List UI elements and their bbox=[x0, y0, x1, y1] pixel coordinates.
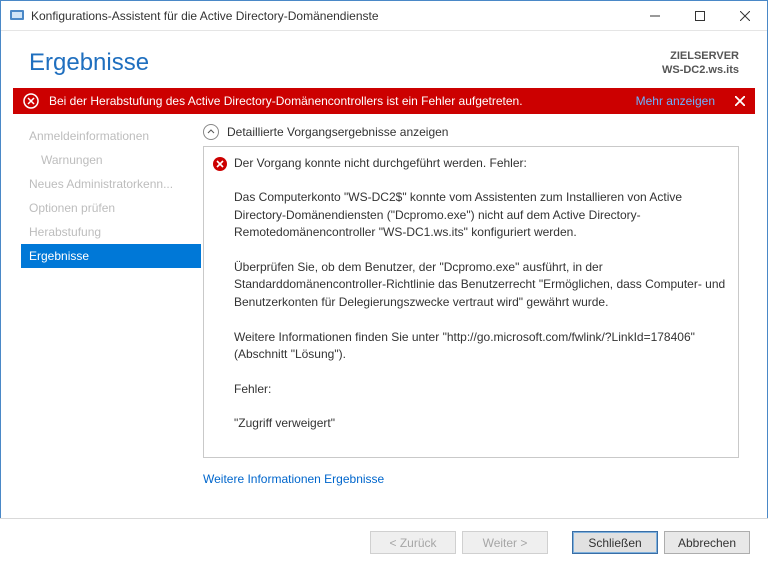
sidebar-step-demotion: Herabstufung bbox=[1, 220, 201, 244]
error-banner-text: Bei der Herabstufung des Active Director… bbox=[49, 94, 636, 108]
detail-heading: Der Vorgang konnte nicht durchgeführt we… bbox=[234, 156, 527, 170]
close-button[interactable]: Schließen bbox=[572, 531, 658, 554]
sidebar-step-new-admin-password: Neues Administratorkenn... bbox=[1, 172, 201, 196]
minimize-button[interactable] bbox=[632, 1, 677, 30]
wizard-steps-sidebar: Anmeldeinformationen Warnungen Neues Adm… bbox=[1, 118, 201, 486]
details-toggle-label: Detaillierte Vorgangsergebnisse anzeigen bbox=[227, 125, 448, 139]
error-banner: Bei der Herabstufung des Active Director… bbox=[13, 88, 755, 114]
error-icon bbox=[23, 93, 39, 109]
sidebar-step-review-options: Optionen prüfen bbox=[1, 196, 201, 220]
target-server-name: WS-DC2.ws.its bbox=[662, 63, 739, 77]
error-banner-close-button[interactable] bbox=[731, 92, 749, 110]
target-server-label: ZIELSERVER bbox=[662, 49, 739, 63]
app-icon bbox=[9, 8, 25, 24]
target-server-info: ZIELSERVER WS-DC2.ws.its bbox=[662, 49, 739, 78]
detail-body: Das Computerkonto "WS-DC2$" konnte vom A… bbox=[234, 190, 729, 430]
maximize-button[interactable] bbox=[677, 1, 722, 30]
back-button: < Zurück bbox=[370, 531, 456, 554]
cancel-button[interactable]: Abbrechen bbox=[664, 531, 750, 554]
chevron-down-icon bbox=[203, 124, 219, 140]
details-box[interactable]: Der Vorgang konnte nicht durchgeführt we… bbox=[203, 146, 739, 458]
wizard-footer: < Zurück Weiter > Schließen Abbrechen bbox=[0, 518, 768, 566]
sidebar-step-credentials: Anmeldeinformationen bbox=[1, 124, 201, 148]
more-info-results-link[interactable]: Weitere Informationen Ergebnisse bbox=[203, 472, 739, 486]
window-title: Konfigurations-Assistent für die Active … bbox=[31, 9, 632, 23]
sidebar-step-results[interactable]: Ergebnisse bbox=[21, 244, 201, 268]
detail-text-body: Der Vorgang konnte nicht durchgeführt we… bbox=[234, 155, 728, 433]
page-title: Ergebnisse bbox=[29, 49, 149, 77]
titlebar: Konfigurations-Assistent für die Active … bbox=[1, 1, 767, 31]
details-toggle[interactable]: Detaillierte Vorgangsergebnisse anzeigen bbox=[203, 124, 739, 140]
page-header: Ergebnisse ZIELSERVER WS-DC2.ws.its bbox=[1, 31, 767, 88]
main-panel: Detaillierte Vorgangsergebnisse anzeigen… bbox=[201, 118, 755, 486]
error-icon bbox=[212, 156, 228, 172]
error-more-link[interactable]: Mehr anzeigen bbox=[636, 94, 715, 108]
window-controls bbox=[632, 1, 767, 30]
sidebar-step-warnings: Warnungen bbox=[1, 148, 201, 172]
content-body: Anmeldeinformationen Warnungen Neues Adm… bbox=[1, 114, 767, 486]
next-button: Weiter > bbox=[462, 531, 548, 554]
detail-entry: Der Vorgang konnte nicht durchgeführt we… bbox=[212, 155, 728, 433]
close-window-button[interactable] bbox=[722, 1, 767, 30]
